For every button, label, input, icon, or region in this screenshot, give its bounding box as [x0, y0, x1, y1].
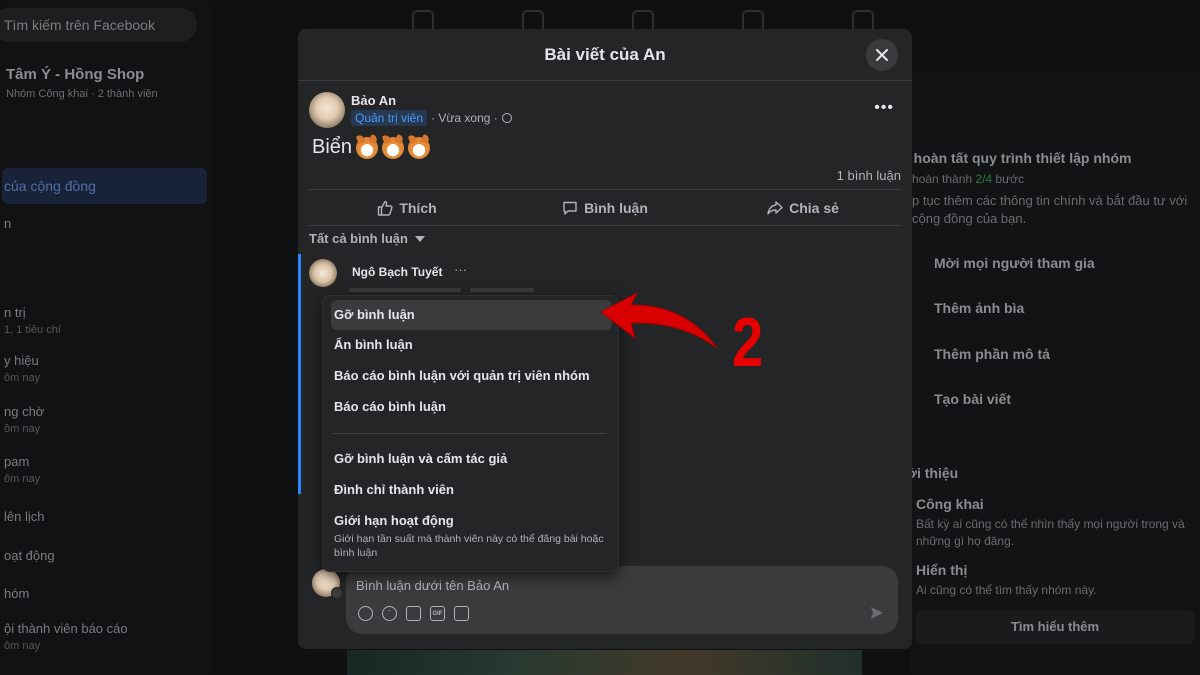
comment-button[interactable]: Bình luận — [506, 190, 704, 225]
facebook-search-input[interactable]: Tìm kiếm trên Facebook — [0, 8, 197, 42]
post-text: Biển — [312, 136, 431, 159]
close-icon — [876, 49, 888, 61]
sidebar-item[interactable]: lên lịch — [4, 509, 44, 524]
limit-activity-description: Giới hạn tần suất mà thành viên này có t… — [334, 533, 604, 559]
setup-step[interactable]: Mời mọi người tham gia — [934, 255, 1095, 271]
menu-item-remove-comment[interactable]: Gỡ bình luận — [331, 300, 612, 330]
comment-composer: ˘ GIF — [346, 566, 898, 634]
setup-step[interactable]: Thêm phần mô tả — [934, 346, 1050, 362]
modal-header: Bài viết của An — [298, 29, 912, 81]
menu-item-report-comment[interactable]: Báo cáo bình luận — [331, 392, 612, 422]
thumbs-up-icon — [378, 200, 393, 216]
about-visible-title: Hiển thị — [916, 562, 968, 578]
post-meta: Quản trị viên · Vừa xong · — [351, 110, 512, 126]
post-author[interactable]: Bảo An — [351, 93, 396, 108]
menu-item-suspend-member[interactable]: Đình chỉ thành viên — [331, 475, 612, 505]
camera-icon[interactable] — [406, 606, 421, 621]
menu-item-remove-and-ban[interactable]: Gỡ bình luận và cấm tác giả — [331, 444, 612, 474]
sidebar-item[interactable]: pam ôm nay — [4, 454, 40, 485]
share-icon — [767, 200, 783, 215]
sidebar-item[interactable]: n trị 1, 1 tiêu chí — [4, 305, 61, 336]
setup-step[interactable]: Thêm ảnh bìa — [934, 300, 1024, 316]
share-label: Chia sẻ — [789, 199, 839, 216]
caret-down-icon — [414, 235, 425, 242]
setup-title: y hoàn tất quy trình thiết lập nhóm — [902, 150, 1132, 166]
avatar-sticker-icon[interactable] — [358, 606, 373, 621]
post-options-button[interactable]: ••• — [874, 99, 894, 117]
sidebar-item[interactable]: hóm — [4, 586, 29, 601]
commenter-avatar[interactable] — [309, 259, 337, 287]
about-public-title: Công khai — [916, 496, 984, 512]
modal-title: Bài viết của An — [544, 45, 666, 64]
learn-more-button[interactable]: Tìm hiểu thêm — [916, 610, 1194, 644]
comment-options-button[interactable]: ··· — [454, 262, 467, 277]
close-button[interactable] — [866, 39, 898, 71]
dog-emoji-icon — [356, 136, 379, 159]
admin-badge: Quản trị viên — [351, 110, 428, 126]
chevron-down-icon[interactable] — [331, 587, 343, 599]
gif-icon[interactable]: GIF — [430, 606, 445, 621]
comment-icon — [563, 201, 577, 215]
sidebar-item[interactable]: y hiệu ôm nay — [4, 353, 40, 384]
menu-item-report-to-admin[interactable]: Báo cáo bình luận với quản trị viên nhóm — [331, 361, 612, 391]
comments-filter[interactable]: Tất cả bình luận — [309, 231, 425, 246]
setup-step[interactable]: Tạo bài viết — [934, 391, 1011, 407]
group-name[interactable]: Tâm Ý - Hồng Shop — [6, 66, 144, 83]
sidebar-item[interactable]: ng chờ ôm nay — [4, 404, 44, 435]
comment-highlight-bar — [298, 254, 301, 494]
post-actions: Thích Bình luận Chia sẻ — [308, 189, 902, 226]
comment-input[interactable] — [356, 575, 826, 595]
sidebar-item[interactable]: ội thành viên báo cáo ôm nay — [4, 621, 128, 652]
sticker-icon[interactable] — [454, 606, 469, 621]
screen: Tìm kiếm trên Facebook Tâm Ý - Hồng Shop… — [0, 0, 1200, 675]
dog-emoji-icon — [382, 136, 405, 159]
like-button[interactable]: Thích — [308, 190, 506, 225]
about-visible-desc: Ai cũng có thể tìm thấy nhóm này. — [916, 583, 1097, 597]
comment-label: Bình luận — [584, 199, 648, 216]
comment-options-menu: Gỡ bình luận Ẩn bình luận Báo cáo bình l… — [322, 295, 619, 572]
post-image-preview — [347, 650, 862, 675]
sidebar-selected-item[interactable]: của cộng đồng — [2, 168, 207, 204]
sidebar-item[interactable]: oạt động — [4, 548, 55, 563]
like-label: Thích — [399, 199, 437, 216]
post-time[interactable]: · Vừa xong · — [431, 111, 498, 125]
dog-emoji-icon — [408, 136, 431, 159]
left-sidebar: Tìm kiếm trên Facebook Tâm Ý - Hồng Shop… — [0, 2, 212, 675]
menu-divider — [333, 433, 606, 434]
comment-bubble — [349, 288, 461, 292]
annotation-arrow — [600, 291, 718, 349]
sidebar-item[interactable]: n — [4, 216, 11, 231]
composer-tools: ˘ GIF — [358, 606, 469, 621]
setup-progress: hoàn thành 2/4 bước — [912, 172, 1025, 186]
comment-bubble — [470, 288, 534, 292]
about-public-desc: Bất kỳ ai cũng có thể nhìn thấy mọi ngườ… — [916, 517, 1185, 548]
emoji-icon[interactable]: ˘ — [382, 606, 397, 621]
annotation-step-number: 2 — [732, 303, 764, 381]
about-title: ới thiệu — [907, 465, 959, 481]
menu-item-hide-comment[interactable]: Ẩn bình luận — [331, 330, 612, 360]
globe-icon — [501, 113, 512, 123]
author-avatar[interactable] — [309, 92, 345, 128]
comment-author[interactable]: Ngô Bạch Tuyết — [352, 265, 442, 279]
comment-count[interactable]: 1 bình luận — [837, 168, 901, 183]
setup-description: p tục thêm các thông tin chính và bắt đầ… — [912, 193, 1188, 226]
share-button[interactable]: Chia sẻ — [704, 190, 902, 225]
sidebar-selected-label: của cộng đồng — [4, 178, 96, 194]
send-icon[interactable] — [870, 606, 884, 620]
group-meta: Nhóm Công khai · 2 thành viên — [6, 88, 158, 100]
